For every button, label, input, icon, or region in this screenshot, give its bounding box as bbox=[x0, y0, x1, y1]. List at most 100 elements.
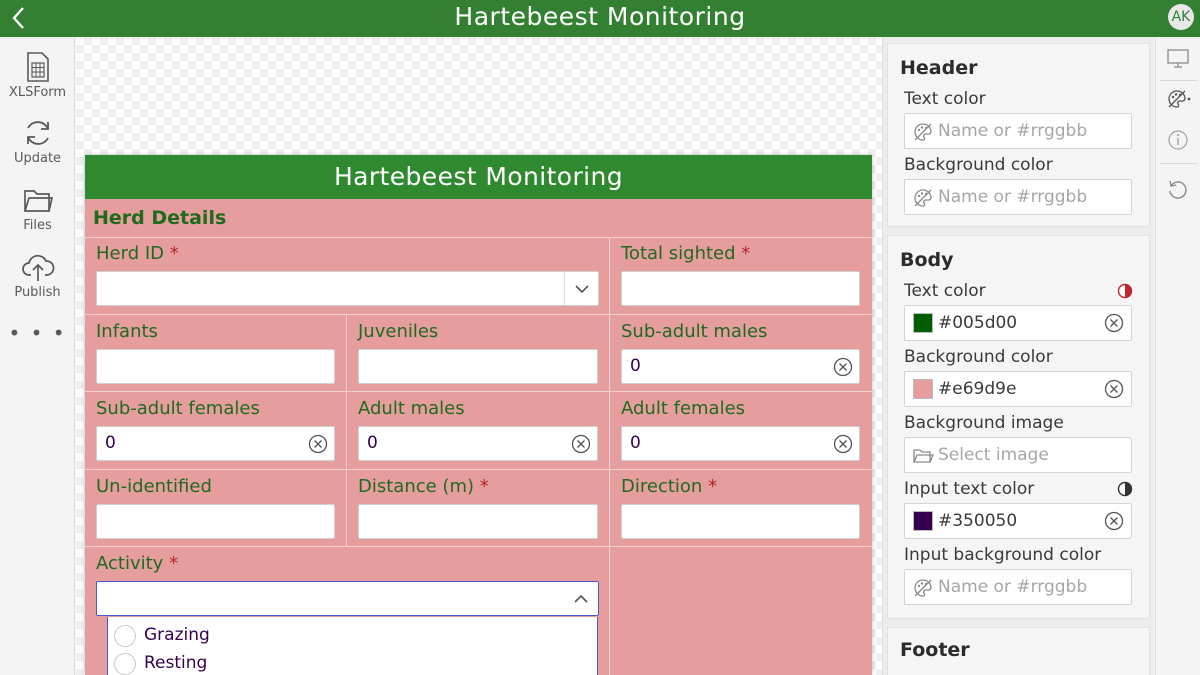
spreadsheet-icon bbox=[26, 52, 49, 82]
unidentified-label: Un-identified bbox=[96, 476, 212, 497]
distance-label: Distance (m) * bbox=[358, 476, 489, 497]
body-background-color-field[interactable]: #e69d9e bbox=[904, 371, 1132, 407]
divider bbox=[1160, 80, 1197, 81]
xlsform-button[interactable]: XLSForm bbox=[0, 51, 75, 100]
radio-button[interactable] bbox=[114, 653, 136, 675]
color-swatch[interactable] bbox=[913, 511, 933, 531]
clear-icon[interactable] bbox=[833, 357, 853, 377]
more-options-icon[interactable]: • • • bbox=[0, 321, 75, 345]
input-text-color-value: #350050 bbox=[938, 511, 1018, 531]
header-style-card: Header Text color Name or #rrggbb Backgr… bbox=[887, 43, 1150, 227]
header-background-color-placeholder: Name or #rrggbb bbox=[938, 187, 1088, 207]
body-background-image-field[interactable]: Select image bbox=[904, 437, 1132, 473]
folder-icon bbox=[913, 449, 934, 463]
header-section-title: Header bbox=[900, 57, 978, 79]
clear-icon[interactable] bbox=[1104, 511, 1124, 531]
body-background-color-value: #e69d9e bbox=[938, 379, 1017, 399]
input-text-color-label: Input text color bbox=[904, 479, 1035, 499]
input-text-color-field[interactable]: #350050 bbox=[904, 503, 1132, 539]
body-text-color-label: Text color bbox=[904, 281, 986, 301]
infants-label: Infants bbox=[96, 321, 158, 342]
form-header-title: Hartebeest Monitoring bbox=[85, 155, 872, 199]
body-background-image-label: Background image bbox=[904, 413, 1064, 433]
input-background-color-placeholder: Name or #rrggbb bbox=[938, 577, 1088, 597]
header-text-color-label: Text color bbox=[904, 89, 986, 109]
subadult-females-label: Sub-adult females bbox=[96, 398, 260, 419]
divider bbox=[85, 546, 872, 547]
publish-button[interactable]: Publish bbox=[0, 251, 75, 300]
direction-input[interactable] bbox=[621, 504, 860, 539]
input-background-color-label: Input background color bbox=[904, 545, 1102, 565]
clear-icon[interactable] bbox=[833, 434, 853, 454]
body-text-color-value: #005d00 bbox=[938, 313, 1018, 333]
body-section-title: Body bbox=[900, 249, 954, 271]
refresh-icon bbox=[26, 121, 49, 145]
infants-input[interactable] bbox=[96, 349, 335, 384]
herd-id-label: Herd ID * bbox=[96, 243, 179, 264]
contrast-warning-icon[interactable] bbox=[1117, 283, 1133, 299]
juveniles-label: Juveniles bbox=[358, 321, 439, 342]
right-toolbar bbox=[1155, 37, 1200, 675]
input-background-color-field[interactable]: Name or #rrggbb bbox=[904, 569, 1132, 605]
files-label: Files bbox=[23, 218, 52, 233]
user-avatar[interactable]: AK bbox=[1168, 4, 1194, 30]
clear-icon[interactable] bbox=[1104, 313, 1124, 333]
footer-section-title: Footer bbox=[900, 639, 970, 661]
adult-males-input[interactable]: 0 bbox=[358, 426, 598, 461]
divider bbox=[85, 391, 872, 392]
clear-icon[interactable] bbox=[308, 434, 328, 454]
activity-options-list: Grazing Resting bbox=[107, 617, 598, 675]
divider bbox=[1160, 163, 1197, 164]
update-button[interactable]: Update bbox=[0, 117, 75, 166]
adult-females-label: Adult females bbox=[621, 398, 746, 419]
color-swatch[interactable] bbox=[913, 379, 933, 399]
desktop-preview-icon[interactable] bbox=[1165, 45, 1191, 71]
body-background-image-placeholder: Select image bbox=[938, 445, 1049, 465]
adult-females-value: 0 bbox=[630, 433, 641, 453]
activity-select[interactable] bbox=[96, 581, 599, 616]
files-button[interactable]: Files bbox=[0, 186, 75, 233]
unidentified-input[interactable] bbox=[96, 504, 335, 539]
body-style-card: Body Text color #005d00 Background color… bbox=[887, 235, 1150, 619]
update-label: Update bbox=[13, 151, 62, 166]
clear-icon[interactable] bbox=[571, 434, 591, 454]
publish-label: Publish bbox=[14, 285, 61, 300]
herd-id-select[interactable] bbox=[96, 271, 599, 306]
xlsform-label: XLSForm bbox=[8, 85, 67, 100]
radio-button[interactable] bbox=[114, 625, 136, 647]
total-sighted-label: Total sighted * bbox=[621, 243, 751, 264]
subadult-females-value: 0 bbox=[105, 433, 116, 453]
form-grid: Herd ID * Total sighted * Infants Juveni… bbox=[85, 237, 872, 675]
left-toolbar: XLSForm Update Files Publish • • • bbox=[0, 37, 75, 675]
activity-option-grazing[interactable]: Grazing bbox=[114, 623, 584, 649]
palette-icon bbox=[914, 189, 932, 207]
distance-input[interactable] bbox=[358, 504, 598, 539]
chevron-up-icon[interactable] bbox=[572, 591, 590, 607]
juveniles-input[interactable] bbox=[358, 349, 598, 384]
header-text-color-placeholder: Name or #rrggbb bbox=[938, 121, 1088, 141]
footer-style-card: Footer bbox=[887, 627, 1150, 675]
contrast-icon[interactable] bbox=[1117, 481, 1133, 497]
total-sighted-input[interactable] bbox=[621, 271, 860, 306]
divider bbox=[85, 314, 872, 315]
group-title: Herd Details bbox=[93, 207, 227, 229]
form-preview: Hartebeest Monitoring Herd Details Herd … bbox=[85, 155, 872, 675]
header-background-color-field[interactable]: Name or #rrggbb bbox=[904, 179, 1132, 215]
info-icon[interactable] bbox=[1165, 127, 1191, 153]
direction-label: Direction * bbox=[621, 476, 718, 497]
reset-icon[interactable] bbox=[1165, 177, 1191, 203]
divider bbox=[609, 237, 610, 675]
theme-palette-icon[interactable] bbox=[1165, 87, 1191, 113]
body-text-color-field[interactable]: #005d00 bbox=[904, 305, 1132, 341]
adult-males-label: Adult males bbox=[358, 398, 465, 419]
clear-icon[interactable] bbox=[1104, 379, 1124, 399]
adult-females-input[interactable]: 0 bbox=[621, 426, 860, 461]
app-bar: Hartebeest Monitoring AK bbox=[0, 0, 1200, 37]
color-swatch[interactable] bbox=[913, 313, 933, 333]
palette-icon bbox=[914, 123, 932, 141]
chevron-down-icon[interactable] bbox=[564, 272, 598, 305]
subadult-males-input[interactable]: 0 bbox=[621, 349, 860, 384]
subadult-females-input[interactable]: 0 bbox=[96, 426, 335, 461]
activity-option-resting[interactable]: Resting bbox=[114, 651, 584, 675]
header-text-color-field[interactable]: Name or #rrggbb bbox=[904, 113, 1132, 149]
